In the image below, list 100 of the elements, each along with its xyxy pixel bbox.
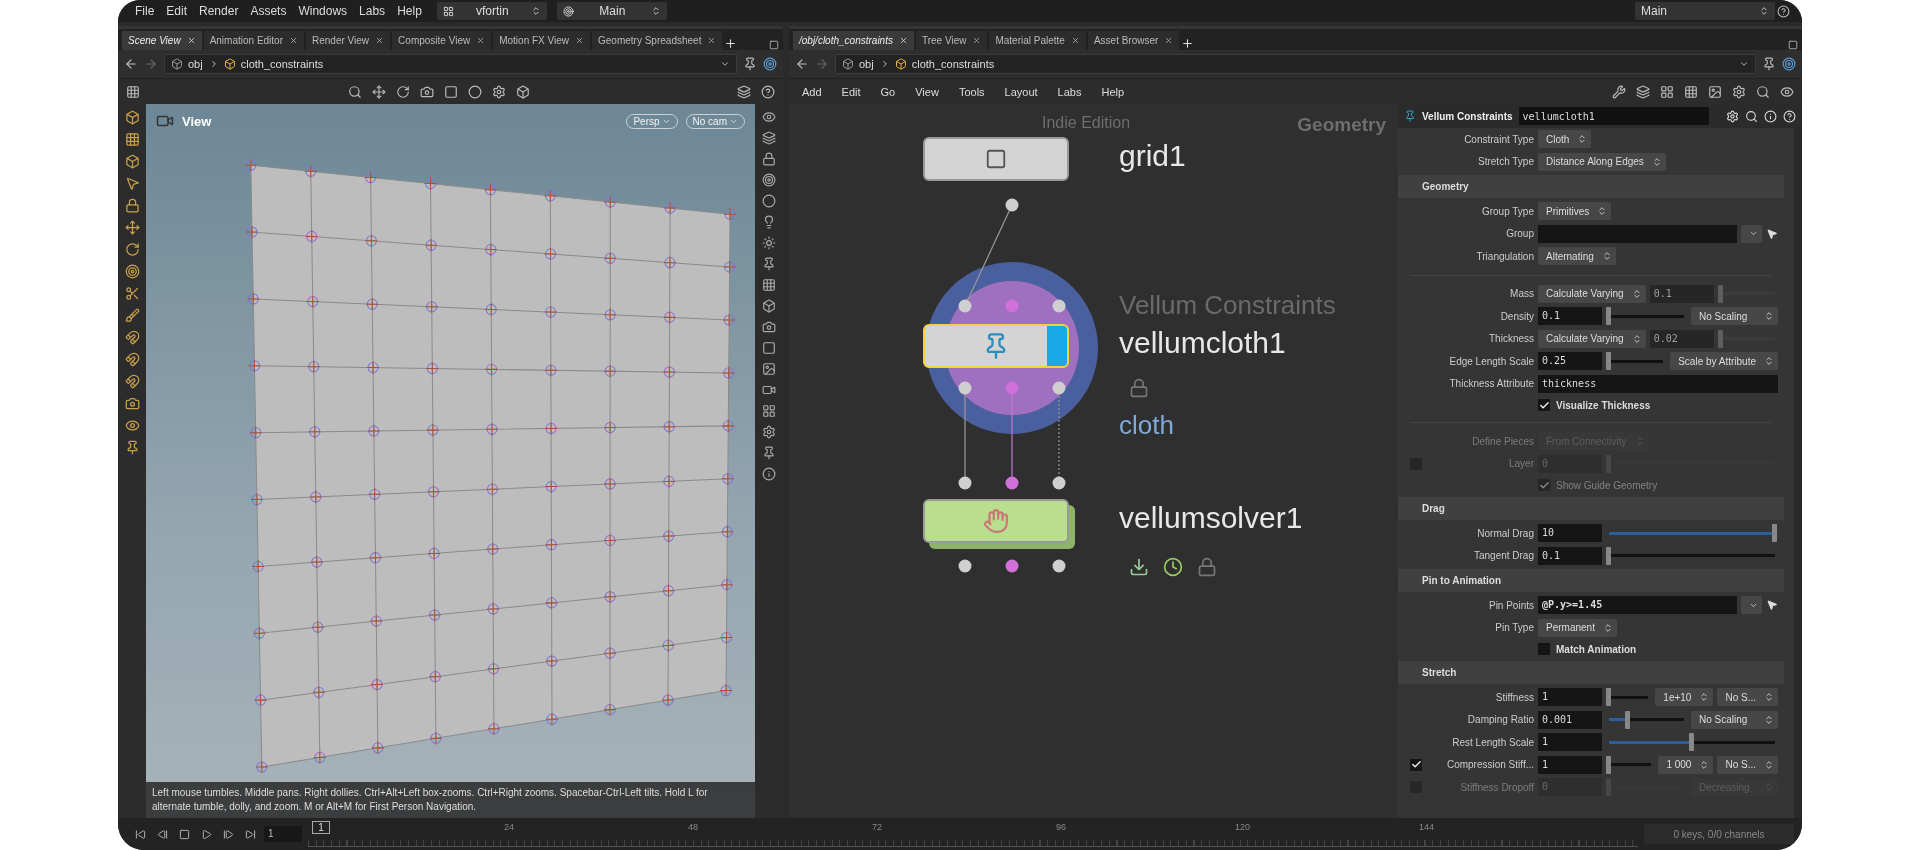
- text-field[interactable]: thickness: [1538, 374, 1778, 393]
- checkbox[interactable]: [1538, 399, 1550, 411]
- pointer-icon[interactable]: [124, 176, 140, 191]
- rotate-icon[interactable]: [395, 84, 410, 99]
- settings-icon[interactable]: [762, 425, 776, 439]
- square-icon[interactable]: [762, 341, 776, 355]
- cube-icon[interactable]: [515, 84, 530, 99]
- text-field[interactable]: @P.y>=1.45: [1538, 596, 1737, 615]
- dropdown-menu[interactable]: No S...: [1717, 688, 1778, 707]
- help-icon[interactable]: [1777, 4, 1790, 18]
- tab[interactable]: Render View: [306, 31, 391, 50]
- network-node[interactable]: [923, 137, 1069, 181]
- grid-icon[interactable]: [126, 84, 140, 99]
- context-dropdown[interactable]: Main: [556, 2, 667, 20]
- eye-icon[interactable]: [762, 110, 776, 124]
- menu-item[interactable]: Edit: [161, 4, 193, 18]
- menu-item[interactable]: Labs: [354, 4, 391, 18]
- node-name[interactable]: vellumsolver1: [1119, 501, 1303, 535]
- grid-icon[interactable]: [762, 278, 776, 292]
- wrench-icon[interactable]: [1612, 84, 1626, 99]
- number-field[interactable]: 0.25: [1538, 352, 1602, 371]
- menu-item[interactable]: Tools: [953, 85, 990, 98]
- cube-icon[interactable]: [124, 154, 140, 169]
- close-icon[interactable]: [375, 36, 385, 45]
- dropdown-menu[interactable]: Calculate Varying: [1538, 284, 1646, 303]
- eye-icon[interactable]: [124, 418, 140, 433]
- menu-item[interactable]: Assets: [245, 4, 292, 18]
- close-icon[interactable]: [575, 36, 584, 45]
- tab[interactable]: Tree View: [915, 31, 988, 50]
- pin-icon[interactable]: [762, 257, 776, 271]
- menu-item[interactable]: View: [910, 85, 944, 98]
- menu-item[interactable]: Help: [392, 4, 427, 18]
- move-icon[interactable]: [124, 220, 140, 235]
- text-field[interactable]: [1538, 224, 1737, 243]
- pin-icon[interactable]: [1762, 57, 1776, 71]
- node-connector[interactable]: [1005, 476, 1019, 490]
- menu-item[interactable]: Help: [1096, 85, 1130, 98]
- desktop-dropdown[interactable]: vfortin: [436, 2, 547, 20]
- number-field[interactable]: 0.1: [1538, 546, 1602, 565]
- number-field[interactable]: 0.1: [1538, 307, 1602, 326]
- node-connector[interactable]: [958, 476, 972, 490]
- layers-icon[interactable]: [1636, 84, 1650, 99]
- menu-item[interactable]: Add: [797, 85, 827, 98]
- magnet-icon[interactable]: [124, 352, 140, 367]
- magnet-icon[interactable]: [124, 330, 140, 345]
- menu-item[interactable]: Labs: [1052, 85, 1087, 98]
- node-name[interactable]: grid1: [1119, 139, 1186, 173]
- dropdown-menu[interactable]: 1 000: [1658, 755, 1714, 774]
- frame-field[interactable]: 1: [264, 826, 302, 842]
- number-field[interactable]: 1: [1538, 755, 1602, 774]
- info-icon[interactable]: [762, 467, 776, 481]
- grid-icon[interactable]: [1684, 84, 1698, 99]
- target-icon[interactable]: [763, 57, 777, 71]
- timeline-ruler[interactable]: 1 24 48 72 96 120 144: [308, 821, 1638, 847]
- path-crumb[interactable]: cloth_constraints: [911, 58, 995, 70]
- section-header[interactable]: Drag: [1398, 497, 1784, 520]
- menu-item[interactable]: Go: [875, 85, 901, 98]
- menu-item[interactable]: File: [130, 4, 160, 18]
- dropdown-menu[interactable]: No Scaling: [1691, 307, 1778, 326]
- node-connector[interactable]: [1052, 559, 1066, 573]
- slider-handle[interactable]: [1772, 524, 1777, 543]
- scissors-icon[interactable]: [124, 286, 140, 301]
- network-editor[interactable]: Indie Edition Geometry grid1 Vellum Constraints vellumcloth1 cloth vellumsolver1: [789, 104, 1398, 818]
- lock-icon[interactable]: [124, 198, 140, 213]
- node-name-field[interactable]: vellumcloth1: [1518, 107, 1709, 125]
- pin-icon[interactable]: [762, 446, 776, 460]
- dropdown-menu[interactable]: Primitives: [1538, 202, 1612, 221]
- camera-icon[interactable]: [124, 396, 140, 411]
- camera-icon[interactable]: [762, 320, 776, 334]
- path-field[interactable]: obj cloth_constraints: [835, 54, 1756, 74]
- dropdown-menu[interactable]: Distance Along Edges: [1538, 152, 1666, 171]
- settings-icon[interactable]: [491, 84, 506, 99]
- close-icon[interactable]: [1164, 36, 1174, 45]
- play-icon[interactable]: [200, 828, 212, 840]
- sun-icon[interactable]: [762, 236, 776, 250]
- last-frame-icon[interactable]: [244, 828, 256, 840]
- layers-icon[interactable]: [762, 131, 776, 145]
- menu-item[interactable]: Layout: [999, 85, 1043, 98]
- slider-handle[interactable]: [1606, 755, 1611, 774]
- dropdown-menu[interactable]: 1e+10: [1655, 688, 1714, 707]
- step-back-icon[interactable]: [156, 828, 168, 840]
- brush-icon[interactable]: [124, 308, 140, 323]
- search-icon[interactable]: [347, 84, 362, 99]
- pin-icon[interactable]: [124, 440, 140, 455]
- select-arrow-icon[interactable]: [1766, 599, 1778, 612]
- cube-icon[interactable]: [762, 299, 776, 313]
- camera-icon[interactable]: [419, 84, 434, 99]
- path-field[interactable]: obj cloth_constraints: [164, 54, 737, 74]
- checkbox[interactable]: [1538, 643, 1550, 655]
- layers-icon[interactable]: [737, 84, 751, 99]
- close-icon[interactable]: [972, 36, 982, 45]
- add-tab-icon[interactable]: [724, 37, 738, 50]
- menu-item[interactable]: Render: [194, 4, 244, 18]
- dropdown-menu[interactable]: Cloth: [1538, 130, 1592, 149]
- node-name[interactable]: vellumcloth1: [1119, 326, 1286, 360]
- settings-icon[interactable]: [1732, 84, 1746, 99]
- slider-handle[interactable]: [1606, 546, 1611, 565]
- checkbox[interactable]: [1410, 758, 1422, 771]
- tab[interactable]: Motion FX View: [493, 31, 590, 50]
- help-icon[interactable]: [1783, 109, 1796, 123]
